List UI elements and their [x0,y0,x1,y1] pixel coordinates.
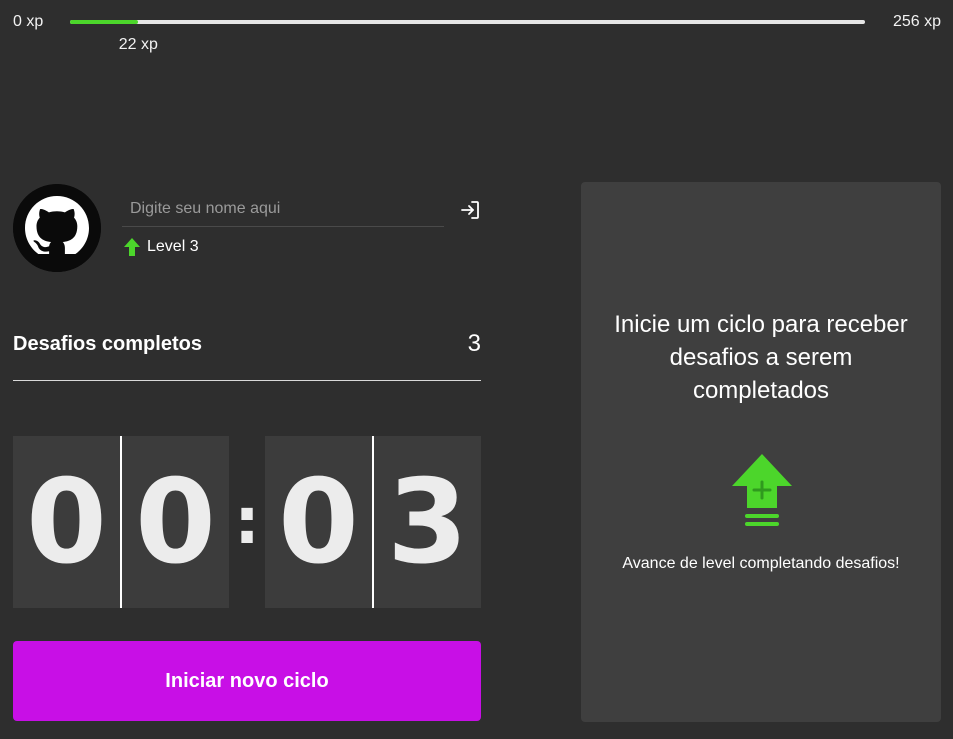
minute-digit: 0 [135,454,216,590]
level-up-icon [732,454,792,526]
start-cycle-button[interactable]: Iniciar novo ciclo [13,641,481,721]
countdown-timer: 0 0 : 0 3 [13,436,481,608]
challenge-box: Inicie um ciclo para receber desafios a … [581,182,941,722]
xp-min-label: 0 xp [13,13,44,30]
name-input[interactable] [122,192,444,227]
completed-challenges: Desafios completos 3 [13,325,481,381]
level-indicator: Level 3 [124,238,199,256]
xp-max-label: 256 xp [892,13,941,30]
completed-challenges-count: 3 [467,330,481,357]
challenge-box-hint: Avance de level completando desafios! [622,555,900,572]
xp-progress-track [70,20,865,24]
challenge-box-title: Inicie um ciclo para receber desafios a … [614,311,908,404]
second-digit: 3 [387,454,468,590]
completed-challenges-label: Desafios completos [13,333,202,355]
countdown-seconds: 0 3 [265,436,481,608]
login-icon[interactable] [459,199,481,221]
xp-current-label: 22 xp [118,36,158,53]
countdown-minutes: 0 0 [13,436,229,608]
github-icon [13,184,101,272]
xp-progress-fill [70,20,139,24]
minute-digit: 0 [26,454,107,590]
experience-bar: 0 xp 22 xp 256 xp [0,0,953,60]
level-label: Level 3 [147,238,199,255]
level-up-arrow-icon [124,238,140,256]
second-digit: 0 [278,454,359,590]
countdown-separator: : [234,485,260,559]
